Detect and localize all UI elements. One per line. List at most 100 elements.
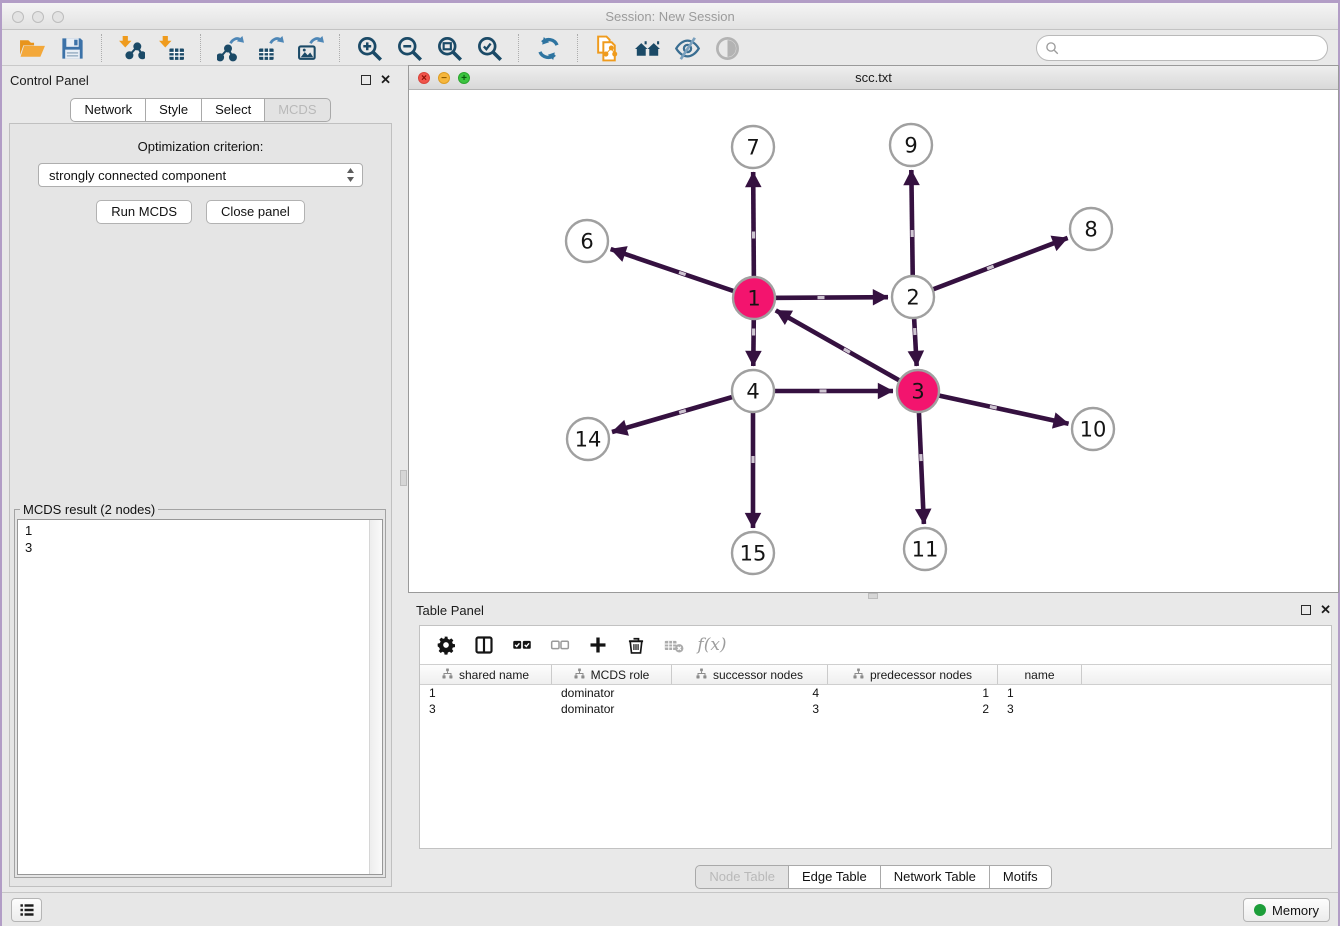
toolbar-buttons — [12, 33, 747, 64]
edge-handle — [911, 230, 914, 237]
column-label: shared name — [459, 668, 529, 682]
svg-text:6: 6 — [580, 230, 593, 254]
mcds-panel: Optimization criterion: strongly connect… — [9, 123, 392, 887]
graph-node-4[interactable]: 4 — [732, 370, 774, 412]
mcds-result-list[interactable]: 13 — [17, 519, 383, 875]
run-mcds-button[interactable]: Run MCDS — [96, 200, 192, 224]
graph-node-8[interactable]: 8 — [1070, 208, 1112, 250]
search-icon — [1045, 41, 1060, 56]
zoom-out-button[interactable] — [393, 33, 425, 64]
tab-mcds[interactable]: MCDS — [264, 98, 330, 122]
tab-select[interactable]: Select — [201, 98, 265, 122]
show-graphics-details-button[interactable] — [711, 33, 743, 64]
export-image-button[interactable] — [294, 33, 326, 64]
graph-node-9[interactable]: 9 — [890, 124, 932, 166]
table-tab-motifs[interactable]: Motifs — [989, 865, 1052, 889]
svg-text:2: 2 — [906, 286, 919, 310]
panel-splitter-vertical[interactable] — [399, 65, 408, 892]
splitter-grip[interactable] — [400, 470, 407, 486]
zoom-in-button[interactable] — [353, 33, 385, 64]
select-all-button[interactable] — [510, 633, 534, 657]
zoom-fit-icon — [436, 35, 463, 62]
main-toolbar — [2, 31, 1338, 66]
export-network-button[interactable] — [214, 33, 246, 64]
table-mode-button[interactable] — [434, 633, 458, 657]
column-flag-icon — [574, 668, 585, 679]
show-panels-menu-button[interactable] — [11, 898, 42, 922]
function-builder-icon: f(x) — [697, 635, 726, 655]
float-table-panel-icon[interactable] — [1301, 605, 1311, 615]
search-input[interactable] — [1060, 41, 1319, 56]
table-cell: 3 — [672, 701, 828, 717]
zoom-fit-button[interactable] — [433, 33, 465, 64]
close-table-panel-icon[interactable]: ✕ — [1320, 604, 1331, 615]
graph-node-10[interactable]: 10 — [1072, 408, 1114, 450]
table-tab-node-table[interactable]: Node Table — [695, 865, 789, 889]
save-session-button[interactable] — [56, 33, 88, 64]
graph-node-7[interactable]: 7 — [732, 126, 774, 168]
column-header-successor-nodes[interactable]: successor nodes — [672, 665, 828, 684]
edge-handle — [913, 328, 917, 335]
search-box[interactable] — [1036, 35, 1328, 61]
column-header-predecessor-nodes[interactable]: predecessor nodes — [828, 665, 998, 684]
function-builder-button[interactable]: f(x) — [700, 633, 724, 657]
tab-style[interactable]: Style — [145, 98, 202, 122]
clone-network-button[interactable] — [591, 33, 623, 64]
memory-button[interactable]: Memory — [1243, 898, 1330, 922]
table-panel-title: Table Panel — [416, 603, 484, 618]
float-panel-icon[interactable] — [361, 75, 371, 85]
open-session-button[interactable] — [16, 33, 48, 64]
deselect-all-button[interactable] — [548, 633, 572, 657]
table-cell: 2 — [828, 701, 998, 717]
edge-handle — [752, 231, 755, 238]
close-panel-icon[interactable]: ✕ — [380, 74, 391, 85]
delete-table-button[interactable] — [662, 633, 686, 657]
table-row[interactable]: 3dominator323 — [420, 701, 1331, 717]
apply-layout-icon — [535, 35, 562, 62]
control-panel-header: Control Panel ✕ — [2, 73, 391, 91]
toolbar-separator — [339, 34, 340, 62]
toolbar-separator — [518, 34, 519, 62]
show-hide-columns-button[interactable] — [472, 633, 496, 657]
table-cell: dominator — [552, 701, 672, 717]
graph-node-1[interactable]: 1 — [733, 277, 775, 319]
table-tab-network-table[interactable]: Network Table — [880, 865, 990, 889]
network-canvas[interactable]: 7 9 6 8 1 2 4 3 10 14 15 11 — [409, 90, 1338, 592]
table-header-row: shared name MCDS rolesuccessor nodesprede… — [420, 664, 1331, 685]
tab-network[interactable]: Network — [70, 98, 146, 122]
graph-node-2[interactable]: 2 — [892, 276, 934, 318]
import-table-button[interactable] — [155, 33, 187, 64]
table-tab-edge-table[interactable]: Edge Table — [788, 865, 881, 889]
graph-node-6[interactable]: 6 — [566, 220, 608, 262]
control-panel-title: Control Panel — [10, 73, 89, 88]
table-tabs: Node TableEdge TableNetwork TableMotifs — [695, 865, 1051, 889]
table-cell: 4 — [672, 685, 828, 701]
hide-selected-button[interactable] — [671, 33, 703, 64]
new-column-button[interactable] — [586, 633, 610, 657]
export-network-icon — [217, 35, 244, 62]
zoom-selected-button[interactable] — [473, 33, 505, 64]
import-network-button[interactable] — [115, 33, 147, 64]
save-session-icon — [59, 35, 86, 62]
deselect-all-icon — [550, 635, 570, 655]
column-header-mcds-role[interactable]: MCDS role — [552, 665, 672, 684]
network-window-title: scc.txt — [409, 70, 1338, 85]
apply-layout-button[interactable] — [532, 33, 564, 64]
mcds-result-line: 3 — [25, 539, 362, 556]
export-image-icon — [297, 35, 324, 62]
export-table-button[interactable] — [254, 33, 286, 64]
close-panel-button[interactable]: Close panel — [206, 200, 305, 224]
table-row[interactable]: 1dominator411 — [420, 685, 1331, 701]
result-scrollbar[interactable] — [369, 520, 382, 874]
show-hide-columns-icon — [474, 635, 494, 655]
column-header-name[interactable]: name — [998, 665, 1082, 684]
column-header-shared-name[interactable]: shared name — [420, 665, 552, 684]
mcds-result-line: 1 — [25, 522, 362, 539]
graph-node-3[interactable]: 3 — [897, 370, 939, 412]
criterion-dropdown[interactable]: strongly connected component — [38, 163, 363, 187]
graph-node-11[interactable]: 11 — [904, 528, 946, 570]
graph-node-14[interactable]: 14 — [567, 418, 609, 460]
delete-columns-button[interactable] — [624, 633, 648, 657]
graph-node-15[interactable]: 15 — [732, 532, 774, 574]
first-neighbors-button[interactable] — [631, 33, 663, 64]
